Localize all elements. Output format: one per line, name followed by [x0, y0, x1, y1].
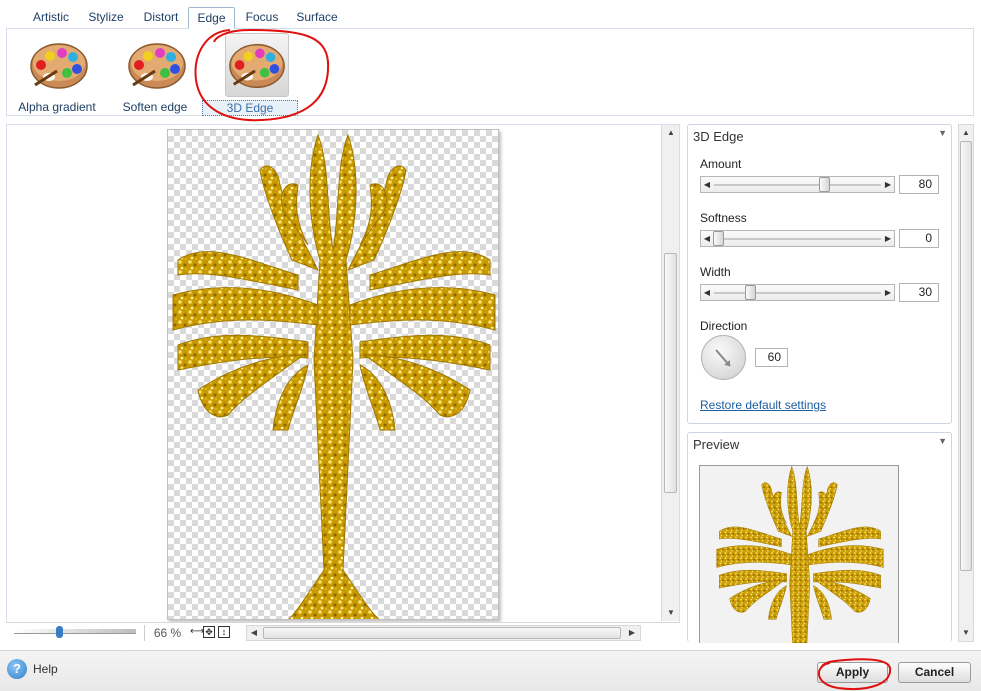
canvas-statusbar: 66 % ⟷ ✥ ↕ ◀ ▶ [6, 622, 680, 642]
tab-edge[interactable]: Edge [188, 7, 235, 29]
collapse-icon[interactable]: ▼ [938, 436, 947, 446]
move-icon[interactable]: ✥ [203, 626, 215, 638]
effect-3d-edge[interactable]: 3D Edge [202, 33, 303, 116]
canvas-area: ▲ ▼ [6, 124, 680, 642]
slider-right-icon[interactable]: ▶ [882, 285, 894, 300]
softness-label: Softness [700, 211, 747, 225]
scroll-thumb[interactable] [263, 627, 621, 639]
effects-ribbon: Alpha gradient Soften edge 3D Edge [6, 28, 974, 116]
settings-vscrollbar[interactable]: ▲ ▼ [958, 124, 974, 642]
tab-distort[interactable]: Distort [138, 8, 184, 28]
amount-value[interactable]: 80 [899, 175, 939, 194]
amount-slider[interactable]: ◀ ▶ [700, 176, 895, 193]
scroll-left-icon[interactable]: ◀ [247, 627, 261, 639]
scroll-down-icon[interactable]: ▼ [959, 627, 973, 639]
slider-knob[interactable] [819, 177, 830, 192]
direction-dial[interactable] [701, 335, 746, 380]
zoom-slider-knob[interactable] [56, 626, 63, 638]
slider-knob[interactable] [713, 231, 724, 246]
width-label: Width [700, 265, 731, 279]
effect-label: Alpha gradient [18, 100, 96, 114]
fit-height-icon[interactable]: ↕ [218, 626, 230, 638]
cross-image [168, 130, 499, 620]
tab-stylize[interactable]: Stylize [84, 8, 128, 28]
slider-right-icon[interactable]: ▶ [882, 177, 894, 192]
dialog-footer: ? Help Apply Cancel [0, 650, 981, 691]
slider-left-icon[interactable]: ◀ [701, 231, 713, 246]
zoom-slider[interactable] [14, 629, 136, 634]
effect-soften-edge[interactable]: Soften edge [107, 33, 203, 115]
slider-knob[interactable] [745, 285, 756, 300]
canvas-hscrollbar[interactable]: ◀ ▶ [246, 625, 641, 641]
tab-artistic[interactable]: Artistic [27, 8, 75, 28]
apply-button[interactable]: Apply [817, 662, 888, 683]
amount-label: Amount [700, 157, 742, 171]
filter-tabs: Artistic Stylize Distort Edge Focus Surf… [0, 0, 981, 29]
softness-value[interactable]: 0 [899, 229, 939, 248]
scroll-down-icon[interactable]: ▼ [664, 607, 678, 619]
scroll-right-icon[interactable]: ▶ [625, 627, 639, 639]
direction-arrow-icon [715, 349, 731, 367]
panel-title: 3D Edge [693, 129, 744, 144]
help-icon[interactable]: ? [7, 659, 27, 679]
cancel-button[interactable]: Cancel [898, 662, 971, 683]
scroll-thumb[interactable] [664, 253, 677, 493]
preview-title: Preview [693, 437, 740, 452]
help-link[interactable]: Help [33, 662, 58, 676]
effect-label: Soften edge [122, 100, 188, 114]
restore-defaults-link[interactable]: Restore default settings [700, 398, 826, 412]
width-slider[interactable]: ◀ ▶ [700, 284, 895, 301]
direction-value[interactable]: 60 [755, 348, 788, 367]
slider-right-icon[interactable]: ▶ [882, 231, 894, 246]
scroll-up-icon[interactable]: ▲ [664, 127, 678, 139]
tab-focus[interactable]: Focus [240, 8, 284, 28]
scroll-thumb[interactable] [960, 141, 972, 571]
softness-slider[interactable]: ◀ ▶ [700, 230, 895, 247]
collapse-icon[interactable]: ▼ [938, 128, 947, 138]
effect-settings-panel: 3D Edge ▼ Amount ◀ ▶ 80 Softness ◀ ▶ 0 W… [687, 124, 952, 424]
slider-left-icon[interactable]: ◀ [701, 177, 713, 192]
palette-icon [27, 33, 91, 97]
width-value[interactable]: 30 [899, 283, 939, 302]
zoom-level: 66 % [144, 625, 190, 641]
preview-image [699, 465, 899, 643]
tab-surface[interactable]: Surface [293, 8, 341, 28]
palette-icon [225, 33, 289, 97]
effect-alpha-gradient[interactable]: Alpha gradient [9, 33, 105, 115]
preview-panel: Preview ▼ [687, 432, 952, 643]
document-canvas[interactable] [167, 129, 499, 620]
effect-label: 3D Edge [202, 100, 298, 116]
canvas-vscrollbar[interactable]: ▲ ▼ [661, 125, 679, 621]
scroll-up-icon[interactable]: ▲ [959, 127, 973, 139]
slider-left-icon[interactable]: ◀ [701, 285, 713, 300]
direction-label: Direction [700, 319, 748, 333]
palette-icon [125, 33, 189, 97]
